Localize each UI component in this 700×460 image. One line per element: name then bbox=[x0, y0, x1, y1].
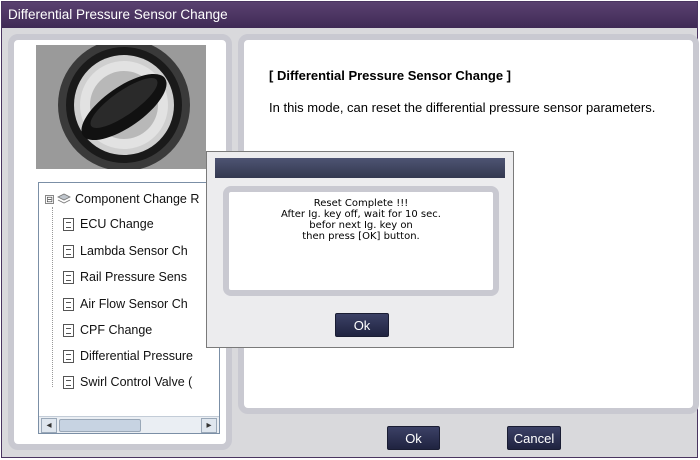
tree-connector bbox=[52, 207, 53, 387]
document-icon bbox=[63, 244, 74, 258]
dialog-message: Reset Complete !!! After Ig. key off, wa… bbox=[229, 198, 493, 242]
tree-item-label: ECU Change bbox=[80, 217, 154, 231]
tree-item-label: CPF Change bbox=[80, 323, 153, 337]
scrollbar-thumb[interactable] bbox=[59, 419, 141, 432]
dialog-line: After Ig. key off, wait for 10 sec. bbox=[281, 209, 441, 220]
component-tree: ⊟ Component Change R ECU Change Lambda S… bbox=[38, 182, 220, 434]
collapse-icon[interactable]: ⊟ bbox=[45, 194, 54, 204]
document-icon bbox=[63, 270, 74, 284]
tree-item-lambda-sensor[interactable]: Lambda Sensor Ch bbox=[63, 244, 188, 258]
tree-root-node[interactable]: ⊟ Component Change R bbox=[45, 192, 199, 206]
tree-item-cpf-change[interactable]: CPF Change bbox=[63, 323, 152, 337]
dialog-message-box: Reset Complete !!! After Ig. key off, wa… bbox=[223, 186, 499, 296]
dialog-line: befor next Ig. key on bbox=[309, 220, 413, 231]
document-icon bbox=[63, 217, 74, 231]
horizontal-scrollbar[interactable]: ◂ ▸ bbox=[39, 416, 219, 433]
dialog-ok-button[interactable]: Ok bbox=[335, 313, 389, 337]
document-icon bbox=[63, 375, 74, 389]
content-description: In this mode, can reset the differential… bbox=[269, 100, 656, 115]
left-panel: ⊟ Component Change R ECU Change Lambda S… bbox=[8, 34, 232, 450]
ignition-key-switch-icon bbox=[36, 45, 206, 169]
ok-button[interactable]: Ok bbox=[387, 426, 440, 450]
tree-item-ecu-change[interactable]: ECU Change bbox=[63, 217, 154, 231]
dialog-line: Reset Complete !!! bbox=[313, 198, 409, 209]
content-heading: [ Differential Pressure Sensor Change ] bbox=[269, 68, 512, 83]
ignition-key-switch-image bbox=[36, 45, 206, 169]
window-title: Differential Pressure Sensor Change bbox=[2, 2, 697, 28]
tree-item-air-flow-sensor[interactable]: Air Flow Sensor Ch bbox=[63, 297, 188, 311]
dialog-line: then press [OK] button. bbox=[302, 231, 420, 242]
tree-item-rail-pressure[interactable]: Rail Pressure Sens bbox=[63, 270, 187, 284]
tree-item-label: Air Flow Sensor Ch bbox=[80, 297, 188, 311]
dialog-title-bar bbox=[215, 158, 505, 178]
document-icon bbox=[63, 349, 74, 363]
tree-item-swirl-control-valve[interactable]: Swirl Control Valve ( bbox=[63, 375, 192, 389]
scroll-left-icon[interactable]: ◂ bbox=[41, 418, 57, 433]
folder-icon bbox=[57, 193, 71, 204]
tree-root-label: Component Change R bbox=[75, 192, 200, 206]
document-icon bbox=[63, 297, 74, 311]
scroll-right-icon[interactable]: ▸ bbox=[201, 418, 217, 433]
tree-item-label: Swirl Control Valve ( bbox=[80, 375, 193, 389]
reset-complete-dialog: Reset Complete !!! After Ig. key off, wa… bbox=[206, 151, 514, 348]
tree-item-label: Lambda Sensor Ch bbox=[80, 244, 188, 258]
tree-item-label: Rail Pressure Sens bbox=[80, 270, 187, 284]
document-icon bbox=[63, 323, 74, 337]
tree-item-label: Differential Pressure bbox=[80, 349, 194, 363]
tree-item-differential-pressure[interactable]: Differential Pressure bbox=[63, 349, 193, 363]
cancel-button[interactable]: Cancel bbox=[507, 426, 561, 450]
